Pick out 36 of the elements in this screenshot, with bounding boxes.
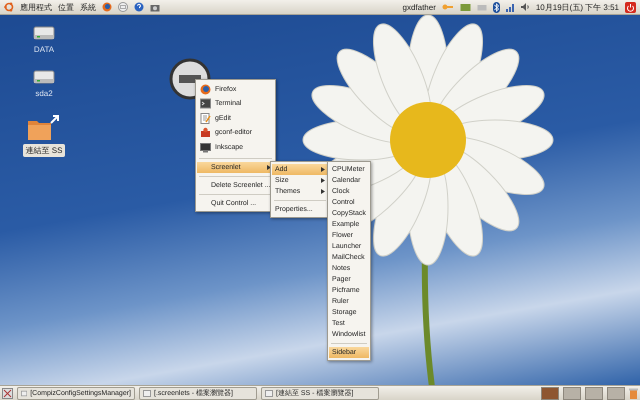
user-name[interactable]: gxdfather bbox=[402, 2, 436, 12]
drive-icon bbox=[33, 25, 55, 41]
signal-bars-icon[interactable] bbox=[506, 2, 515, 12]
help-icon[interactable] bbox=[134, 2, 144, 12]
terminal-icon bbox=[200, 98, 211, 110]
desktop-icon-label[interactable]: sda2 bbox=[32, 88, 56, 99]
firefox-globe-icon bbox=[200, 84, 211, 95]
monitor-icon bbox=[200, 142, 211, 153]
toolbox-icon bbox=[200, 127, 211, 138]
workspace-switcher[interactable] bbox=[563, 386, 581, 400]
firefox-globe-icon[interactable] bbox=[102, 2, 112, 12]
window-icon bbox=[265, 390, 273, 396]
workspace-switcher[interactable] bbox=[541, 386, 559, 400]
bluetooth-icon[interactable] bbox=[492, 2, 500, 12]
power-icon[interactable] bbox=[625, 2, 636, 12]
folder-link-icon bbox=[27, 113, 61, 141]
ubuntu-logo-icon bbox=[4, 2, 14, 12]
desktop-icon-label[interactable]: DATA bbox=[30, 44, 58, 55]
text-editor-icon bbox=[200, 112, 211, 124]
camera-icon[interactable] bbox=[150, 2, 160, 12]
panel-menu[interactable]: 位置 bbox=[58, 2, 74, 12]
show-desktop-icon[interactable] bbox=[2, 388, 13, 398]
workspace-switcher[interactable] bbox=[607, 386, 625, 400]
panel-menu[interactable]: 應用程式 bbox=[20, 2, 52, 12]
submenu-arrow-icon bbox=[321, 167, 325, 172]
desktop-icon-label[interactable]: 連結至 SS bbox=[22, 144, 66, 157]
submenu-arrow-icon bbox=[321, 189, 325, 194]
submenu-arrow-icon bbox=[321, 178, 325, 183]
speaker-icon[interactable] bbox=[520, 3, 530, 11]
window-icon bbox=[21, 390, 28, 396]
submenu-arrow-icon bbox=[266, 164, 271, 170]
drive-icon bbox=[32, 69, 55, 85]
panel-menu[interactable]: 系統 bbox=[80, 2, 96, 12]
window-icon bbox=[143, 390, 151, 396]
workspace-switcher[interactable] bbox=[585, 386, 603, 400]
clock[interactable]: 10月19日(五) 下午 3:51 bbox=[536, 2, 619, 12]
